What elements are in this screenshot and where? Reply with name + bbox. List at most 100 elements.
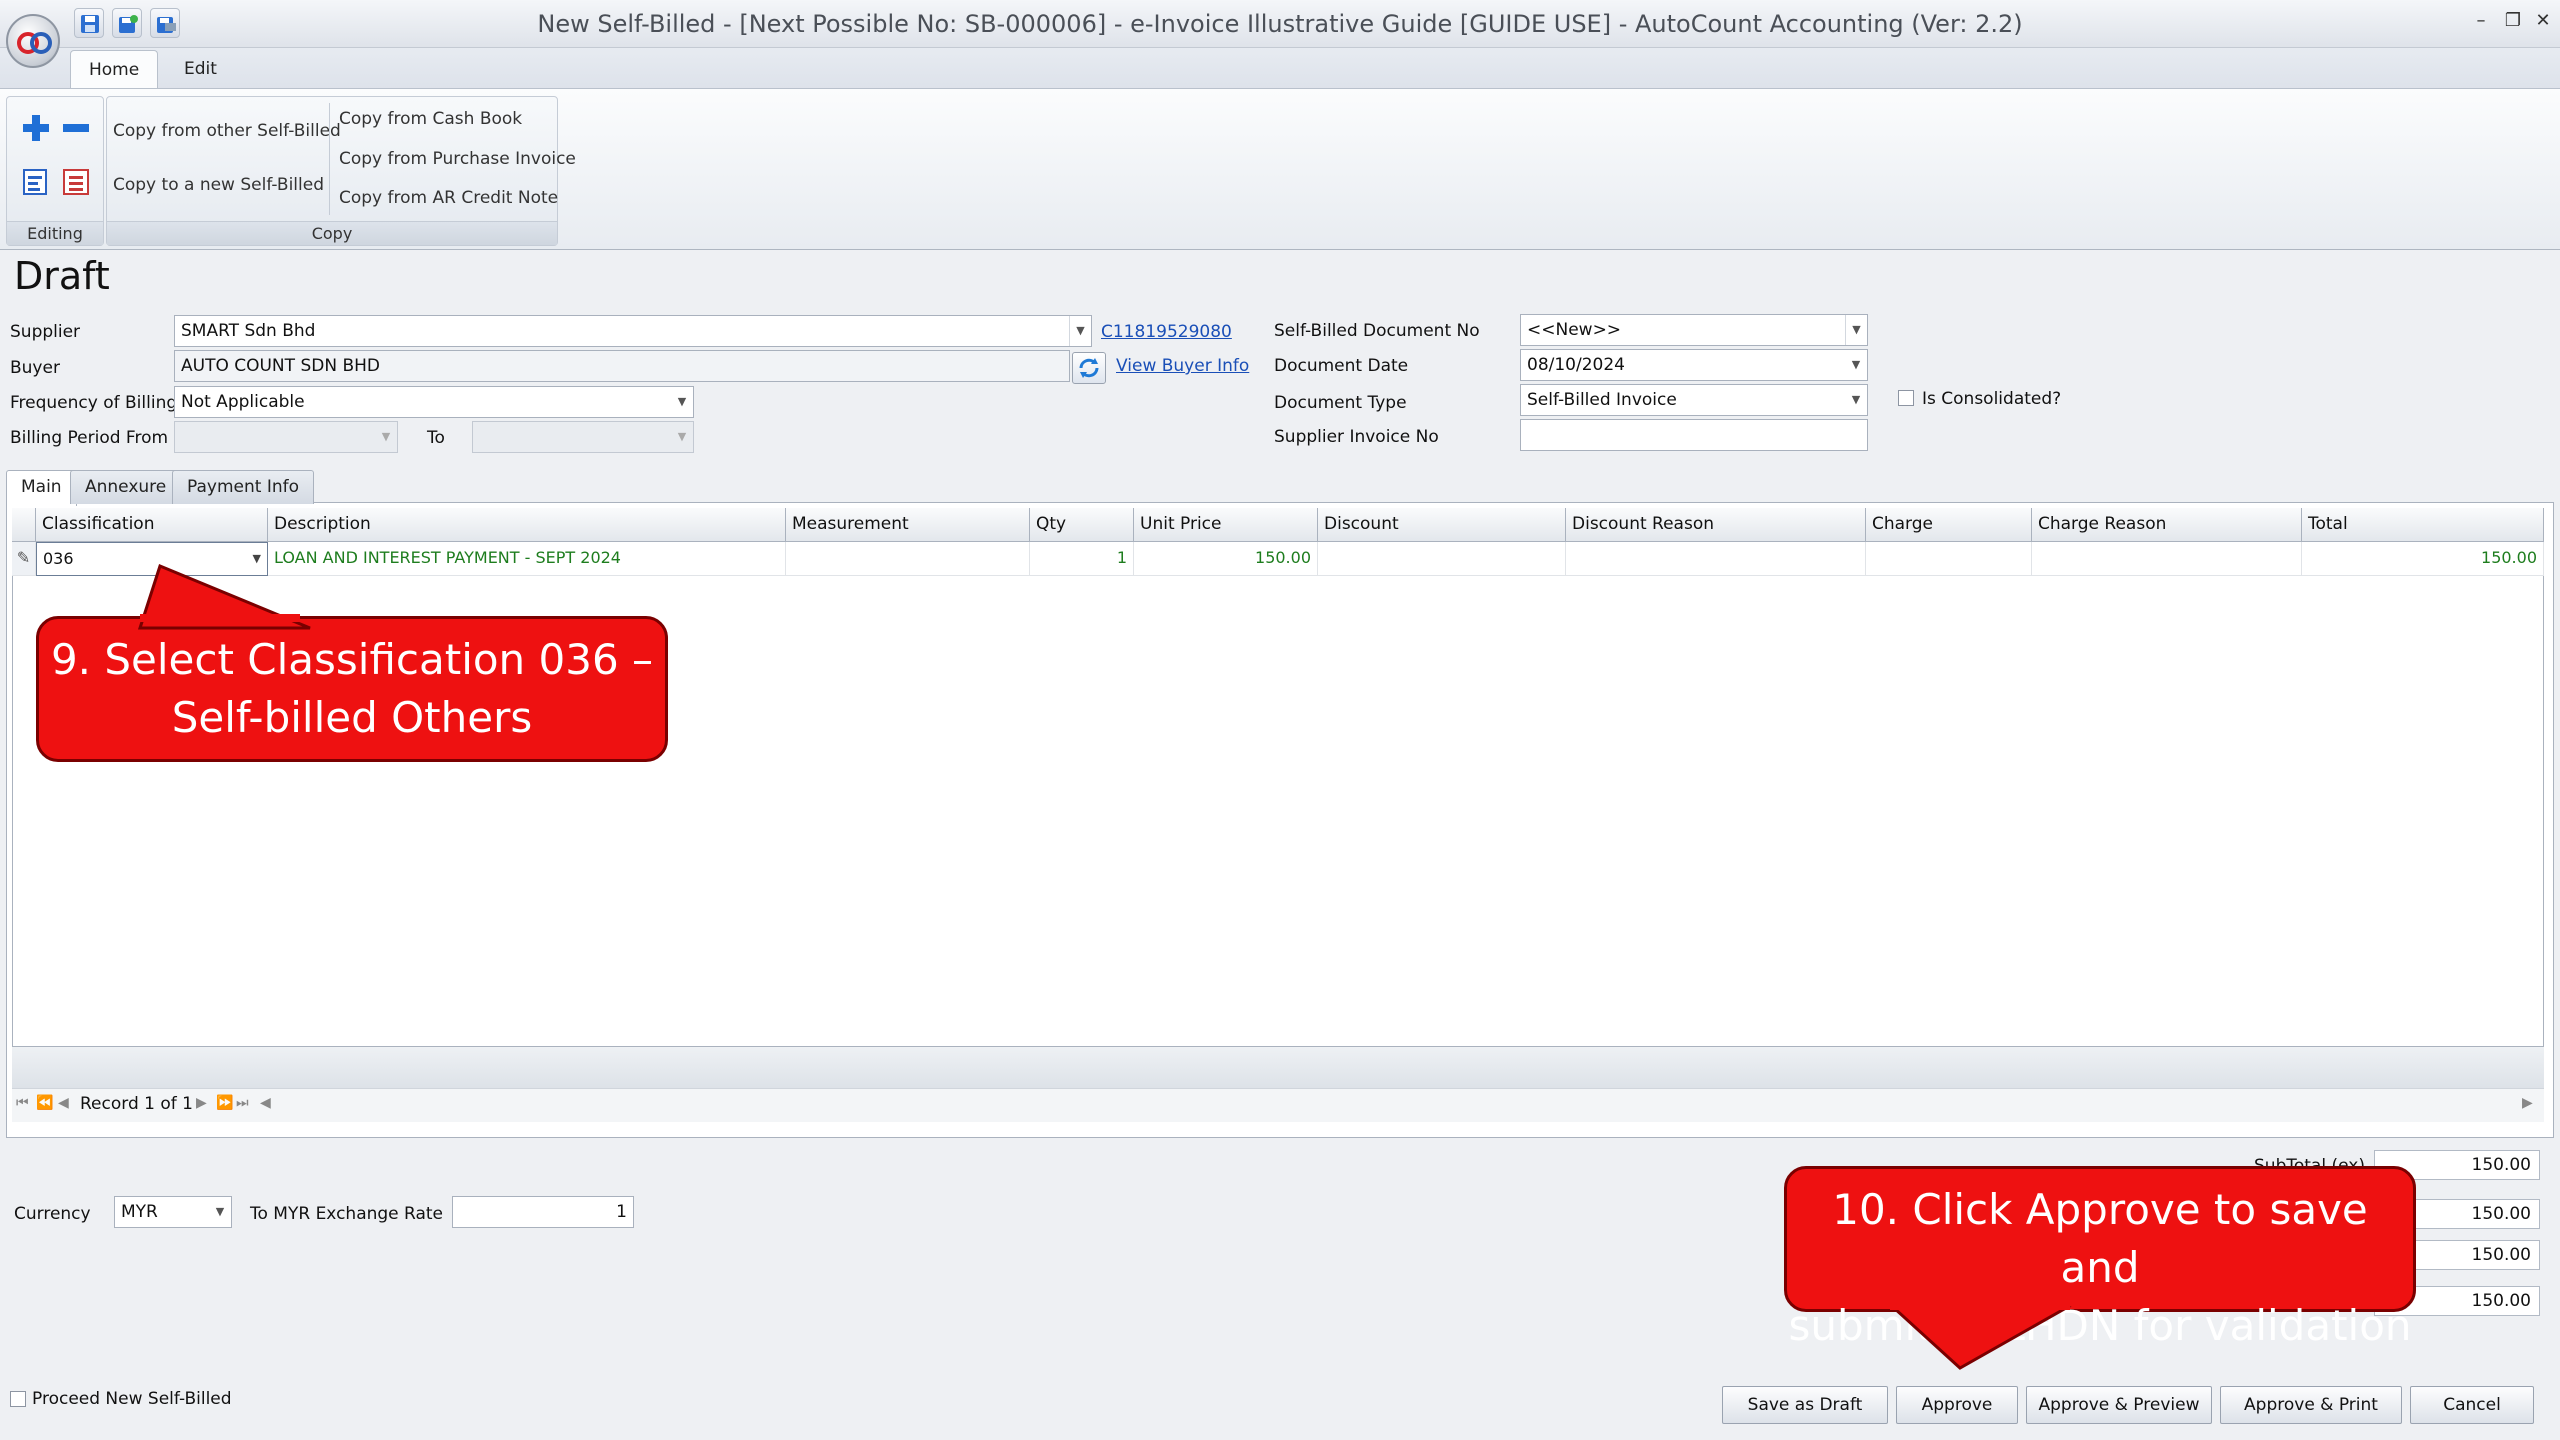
chevron-down-icon[interactable]: ▼: [209, 1197, 231, 1227]
record-count: Record 1 of 1: [80, 1094, 193, 1114]
nav-last-icon[interactable]: ⏭: [236, 1095, 249, 1111]
restore-button[interactable]: ❐: [2498, 8, 2528, 34]
approve-button[interactable]: Approve: [1896, 1386, 2018, 1424]
group-label-editing: Editing: [7, 221, 103, 245]
exchange-rate-input[interactable]: 1: [452, 1196, 634, 1228]
view-buyer-info-link[interactable]: View Buyer Info: [1116, 356, 1249, 376]
supplier-input[interactable]: SMART Sdn Bhd ▼: [174, 315, 1092, 347]
doc-no-input[interactable]: <<New>> ▼: [1520, 314, 1868, 346]
copy-from-other-self-billed-button[interactable]: Copy from other Self-Billed: [113, 121, 341, 141]
nav-next-page-icon[interactable]: ⏩: [216, 1095, 233, 1111]
column-header-charge-reason[interactable]: Charge Reason: [2032, 508, 2302, 542]
discount-cell[interactable]: [1318, 542, 1566, 576]
save-print-icon[interactable]: [150, 8, 180, 38]
detail-grid[interactable]: [12, 508, 2544, 1088]
billing-period-to-input[interactable]: ▼: [472, 421, 694, 453]
column-header-description[interactable]: Description: [268, 508, 786, 542]
is-consolidated-checkbox[interactable]: [1898, 390, 1914, 406]
charge-reason-cell[interactable]: [2032, 542, 2302, 576]
column-header-discount-reason[interactable]: Discount Reason: [1566, 508, 1866, 542]
frequency-label: Frequency of Billing: [10, 393, 178, 413]
supplier-tin-link[interactable]: C11819529080: [1101, 322, 1232, 342]
copy-from-cash-book-button[interactable]: Copy from Cash Book: [339, 109, 522, 129]
tab-annexure[interactable]: Annexure: [70, 470, 182, 504]
currency-value: MYR: [121, 1202, 158, 1222]
column-header-discount[interactable]: Discount: [1318, 508, 1566, 542]
buyer-label: Buyer: [10, 358, 60, 378]
tab-payment-info[interactable]: Payment Info: [172, 470, 315, 504]
doc-date-input[interactable]: 08/10/2024 ▼: [1520, 349, 1868, 381]
nav-first-icon[interactable]: ⏮: [16, 1095, 29, 1111]
nav-prev-icon[interactable]: ◀: [58, 1095, 69, 1111]
doc-type-value: Self-Billed Invoice: [1527, 390, 1677, 410]
edit-detail-icon[interactable]: [19, 165, 53, 199]
proceed-new-label: Proceed New Self-Billed: [32, 1389, 232, 1409]
app-logo-icon[interactable]: [6, 14, 60, 68]
billing-period-from-input[interactable]: ▼: [174, 421, 398, 453]
tab-edit[interactable]: Edit: [166, 50, 235, 88]
measurement-cell[interactable]: [786, 542, 1030, 576]
is-consolidated-label: Is Consolidated?: [1922, 389, 2062, 409]
add-icon[interactable]: [19, 111, 53, 145]
chevron-down-icon[interactable]: ▼: [375, 422, 397, 452]
copy-from-purchase-invoice-button[interactable]: Copy from Purchase Invoice: [339, 149, 576, 169]
approve-preview-button[interactable]: Approve & Preview: [2026, 1386, 2212, 1424]
cancel-button[interactable]: Cancel: [2410, 1386, 2534, 1424]
save-new-icon[interactable]: [112, 8, 142, 38]
refresh-icon[interactable]: [1072, 352, 1106, 384]
buyer-input[interactable]: AUTO COUNT SDN BHD: [174, 350, 1070, 382]
chevron-down-icon[interactable]: ▼: [1845, 315, 1867, 345]
row-edit-icon[interactable]: ✎: [12, 542, 36, 576]
minimize-button[interactable]: –: [2466, 8, 2496, 34]
remove-icon[interactable]: [59, 111, 93, 145]
save-icon[interactable]: [74, 8, 104, 38]
doc-no-value: <<New>>: [1527, 320, 1622, 340]
doc-type-select[interactable]: Self-Billed Invoice ▼: [1520, 384, 1868, 416]
unit-price-cell[interactable]: 150.00: [1134, 542, 1318, 576]
buyer-value: AUTO COUNT SDN BHD: [181, 356, 380, 376]
approve-print-button[interactable]: Approve & Print: [2220, 1386, 2402, 1424]
callout-step-10-line-1: 10. Click Approve to save and: [1832, 1185, 2368, 1292]
window-title: New Self-Billed - [Next Possible No: SB-…: [537, 10, 2023, 38]
supplier-label: Supplier: [10, 322, 81, 342]
nav-prev-page-icon[interactable]: ⏪: [36, 1095, 53, 1111]
discount-reason-cell[interactable]: [1566, 542, 1866, 576]
copy-from-ar-credit-note-button[interactable]: Copy from AR Credit Note: [339, 188, 558, 208]
close-button[interactable]: ✕: [2528, 8, 2558, 34]
column-header-qty[interactable]: Qty: [1030, 508, 1134, 542]
proceed-new-checkbox[interactable]: [10, 1391, 26, 1407]
save-as-draft-button[interactable]: Save as Draft: [1722, 1386, 1888, 1424]
chevron-down-icon[interactable]: ▼: [1845, 385, 1867, 415]
chevron-down-icon[interactable]: ▼: [671, 387, 693, 417]
supplier-invoice-label: Supplier Invoice No: [1274, 427, 1439, 447]
qty-cell[interactable]: 1: [1030, 542, 1134, 576]
column-header-classification[interactable]: Classification: [36, 508, 268, 542]
tab-main[interactable]: Main: [6, 470, 77, 506]
chevron-down-icon[interactable]: ▼: [671, 422, 693, 452]
doc-no-label: Self-Billed Document No: [1274, 321, 1480, 341]
frequency-select[interactable]: Not Applicable ▼: [174, 386, 694, 418]
scroll-right-icon[interactable]: ▶: [2522, 1095, 2533, 1111]
scroll-left-icon[interactable]: ◀: [260, 1095, 271, 1111]
column-header-total[interactable]: Total: [2302, 508, 2544, 542]
total-cell[interactable]: 150.00: [2302, 542, 2544, 576]
document-status: Draft: [14, 254, 110, 298]
ribbon-group-editing: Editing: [6, 96, 104, 246]
column-header-unit-price[interactable]: Unit Price: [1134, 508, 1318, 542]
chevron-down-icon[interactable]: ▼: [1069, 316, 1091, 346]
supplier-invoice-input[interactable]: [1520, 419, 1868, 451]
nav-next-icon[interactable]: ▶: [196, 1095, 207, 1111]
classification-value: 036: [43, 549, 74, 568]
column-header-charge[interactable]: Charge: [1866, 508, 2032, 542]
chevron-down-icon[interactable]: ▼: [1845, 350, 1867, 380]
column-header-measurement[interactable]: Measurement: [786, 508, 1030, 542]
description-cell[interactable]: LOAN AND INTEREST PAYMENT - SEPT 2024: [268, 542, 786, 576]
currency-select[interactable]: MYR ▼: [114, 1196, 232, 1228]
callout-pointer: [1890, 1302, 2072, 1370]
charge-cell[interactable]: [1866, 542, 2032, 576]
callout-step-9-line-1: 9. Select Classification 036 –: [50, 635, 654, 684]
list-detail-icon[interactable]: [59, 165, 93, 199]
ribbon-group-copy: Copy from other Self-Billed Copy to a ne…: [106, 96, 576, 246]
copy-to-new-self-billed-button[interactable]: Copy to a new Self-Billed: [113, 175, 324, 195]
tab-home[interactable]: Home: [70, 50, 159, 88]
